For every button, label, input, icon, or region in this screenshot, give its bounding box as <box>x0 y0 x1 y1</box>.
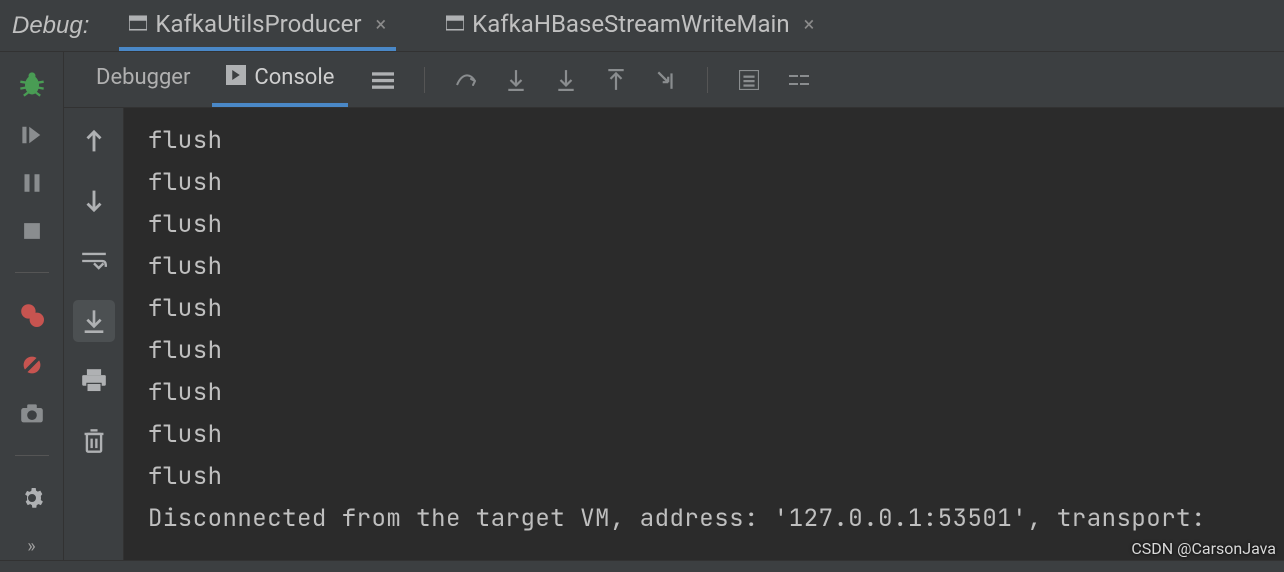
console-line: flush <box>148 288 1264 330</box>
debugger-sub-toolbar: Debugger Console <box>64 52 1284 108</box>
expand-icon[interactable]: » <box>16 536 48 558</box>
application-icon <box>129 10 147 38</box>
soft-wrap-icon[interactable] <box>73 240 115 282</box>
bottom-bar-fragment <box>0 560 1284 572</box>
close-icon[interactable]: × <box>804 12 815 36</box>
console-line: flush <box>148 456 1264 498</box>
run-arrow-icon <box>226 65 246 91</box>
tab-console[interactable]: Console <box>212 52 348 107</box>
clear-all-icon[interactable] <box>73 420 115 462</box>
run-to-cursor-icon[interactable] <box>653 67 679 93</box>
camera-icon[interactable] <box>16 403 48 425</box>
scroll-up-icon[interactable] <box>73 120 115 162</box>
separator <box>424 67 425 93</box>
force-step-into-icon[interactable] <box>553 67 579 93</box>
view-breakpoints-icon[interactable] <box>16 303 48 327</box>
scroll-to-end-icon[interactable] <box>73 300 115 342</box>
scroll-down-icon[interactable] <box>73 180 115 222</box>
console-gutter <box>64 108 124 572</box>
step-into-icon[interactable] <box>503 67 529 93</box>
console-output[interactable]: flushflushflushflushflushflushflushflush… <box>124 108 1284 572</box>
separator <box>15 455 49 456</box>
tab-debugger[interactable]: Debugger <box>82 52 204 107</box>
debug-left-toolbar: » <box>0 52 64 572</box>
evaluate-expression-icon[interactable] <box>736 67 762 93</box>
tab-label: Console <box>254 65 334 90</box>
console-line: flush <box>148 246 1264 288</box>
console-line: flush <box>148 162 1264 204</box>
trace-icon[interactable] <box>786 67 812 93</box>
run-tab-kafkahbasestreamwritemain[interactable]: KafkaHBaseStreamWriteMain × <box>436 0 824 51</box>
separator <box>707 67 708 93</box>
console-line: flush <box>148 204 1264 246</box>
pause-icon[interactable] <box>16 172 48 194</box>
debug-panel-label: Debug: <box>12 12 89 40</box>
console-line: flush <box>148 120 1264 162</box>
console-line: Disconnected from the target VM, address… <box>148 498 1264 540</box>
tab-label: Debugger <box>96 65 190 90</box>
debug-icon[interactable] <box>16 70 48 98</box>
debug-tab-bar: Debug: KafkaUtilsProducer × KafkaHBaseSt… <box>0 0 1284 52</box>
run-tab-label: KafkaUtilsProducer <box>155 10 361 38</box>
mute-breakpoints-icon[interactable] <box>16 353 48 377</box>
step-out-icon[interactable] <box>603 67 629 93</box>
run-tab-kafkautilsproducer[interactable]: KafkaUtilsProducer × <box>119 0 396 51</box>
stop-icon[interactable] <box>16 220 48 242</box>
resume-icon[interactable] <box>16 124 48 146</box>
application-icon <box>446 10 464 38</box>
console-line: flush <box>148 330 1264 372</box>
console-line: flush <box>148 372 1264 414</box>
separator <box>15 272 49 273</box>
run-tab-label: KafkaHBaseStreamWriteMain <box>472 10 789 38</box>
step-over-icon[interactable] <box>453 67 479 93</box>
list-icon[interactable] <box>370 67 396 93</box>
settings-icon[interactable] <box>16 486 48 510</box>
close-icon[interactable]: × <box>375 12 386 36</box>
console-line: flush <box>148 414 1264 456</box>
print-icon[interactable] <box>73 360 115 402</box>
